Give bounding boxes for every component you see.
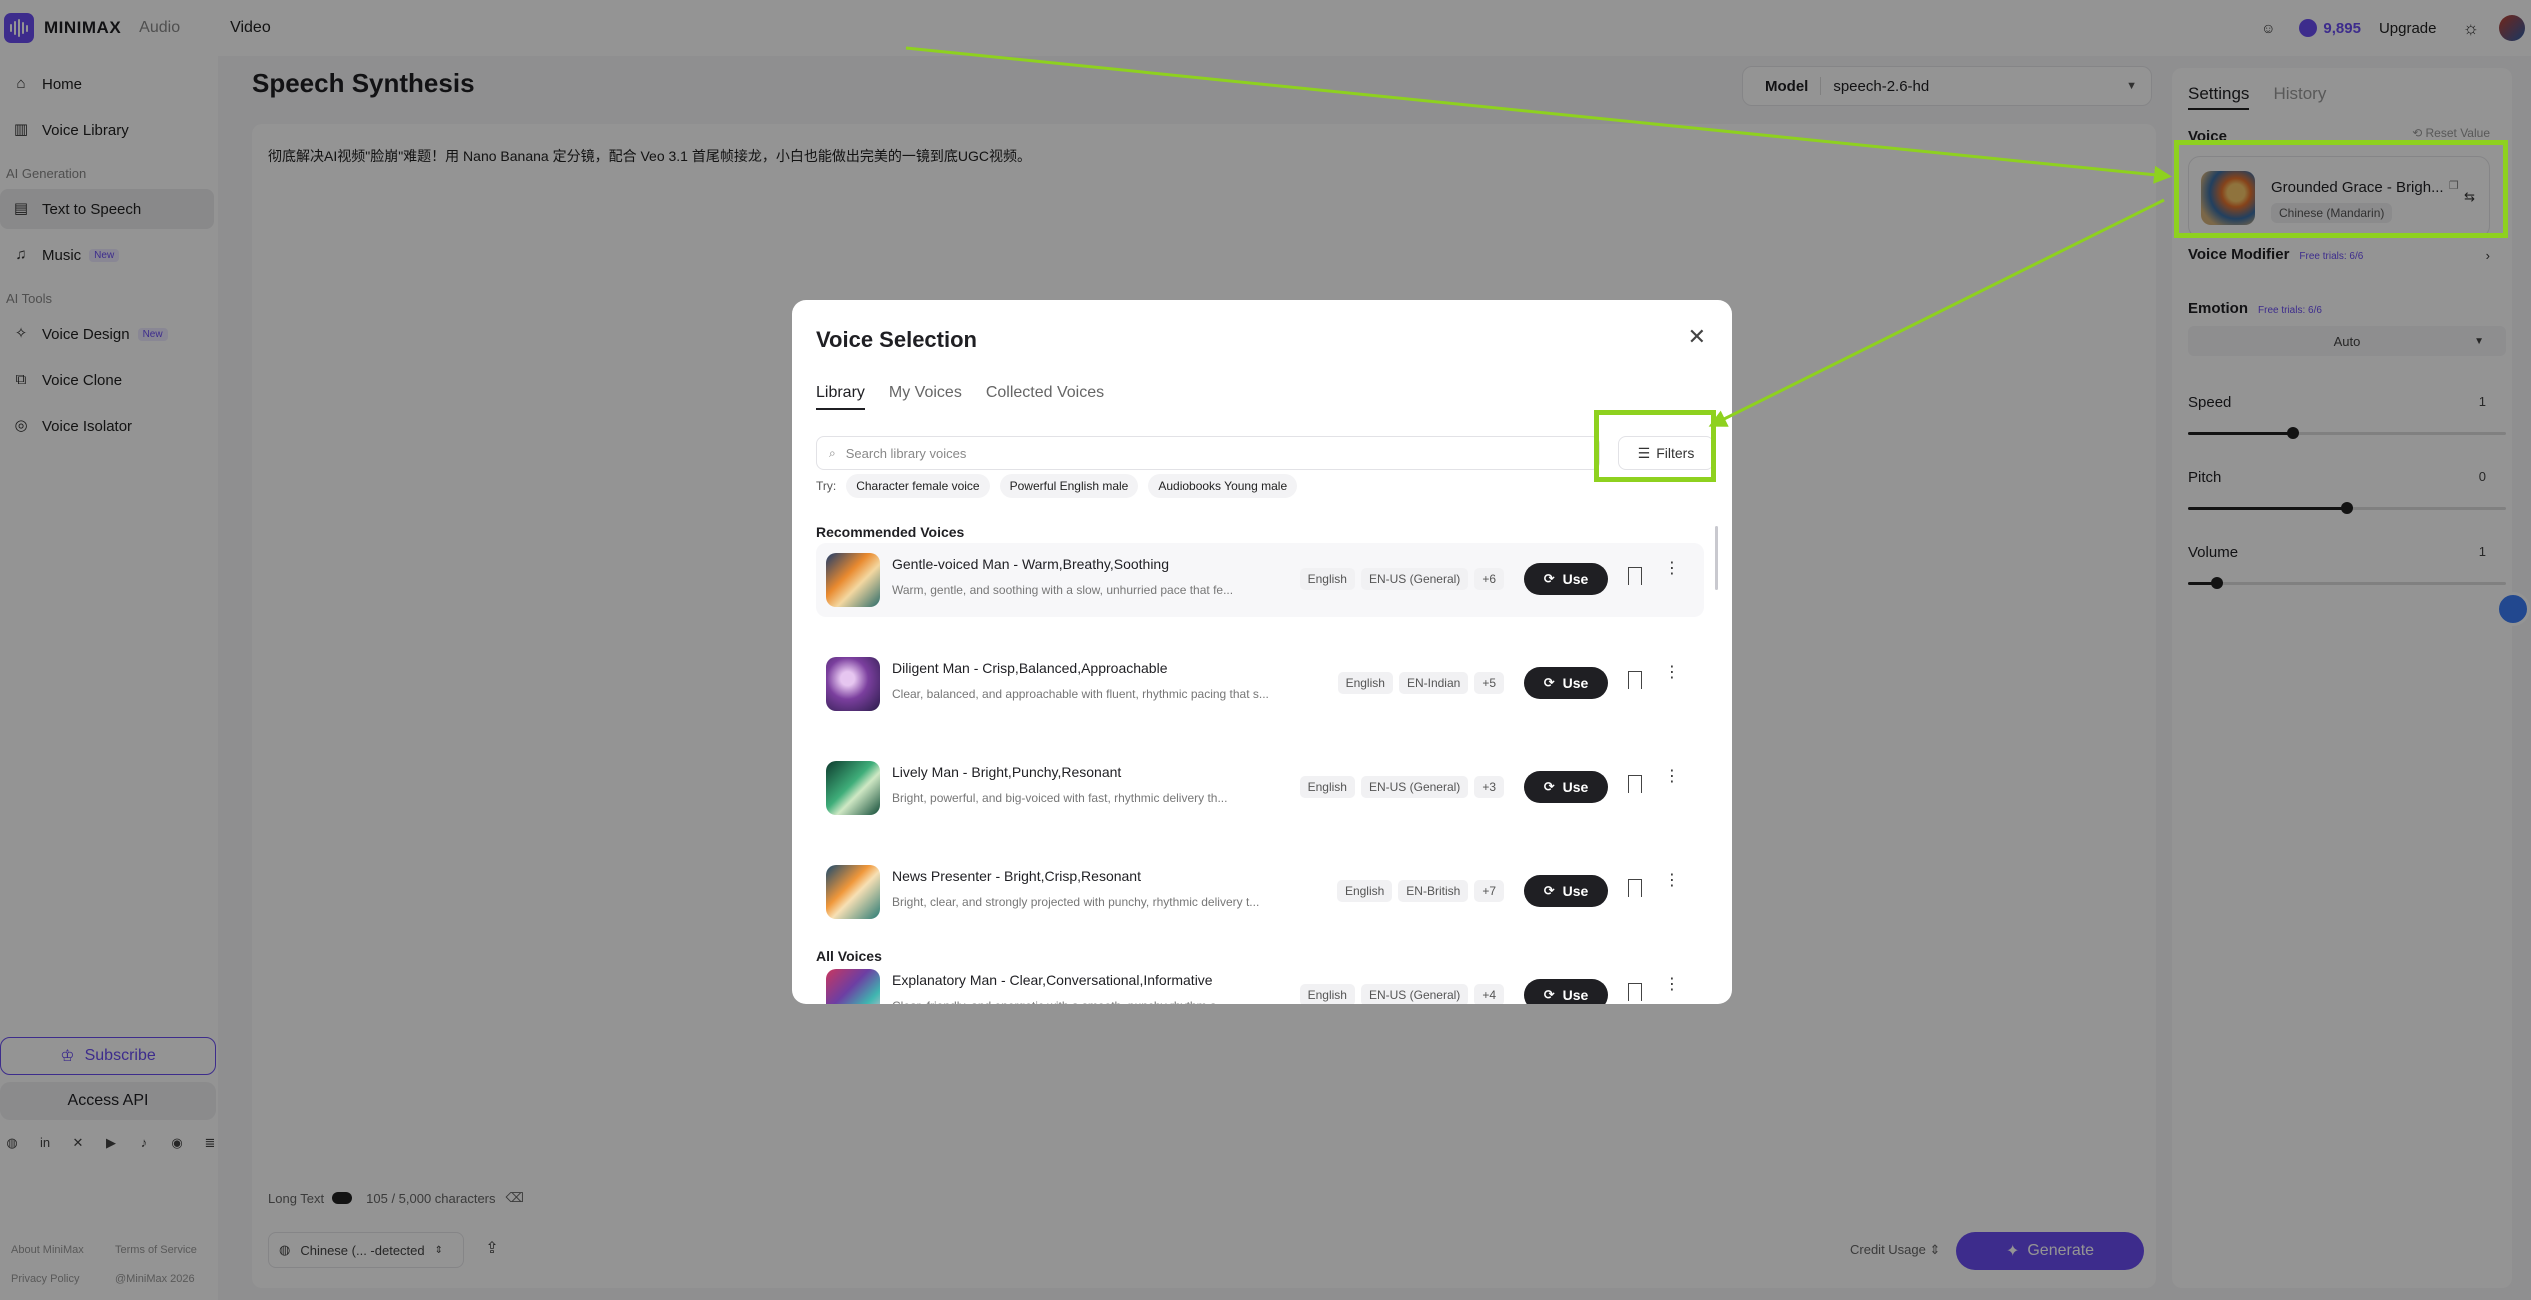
voice-tag: +3 bbox=[1474, 776, 1504, 798]
bookmark-icon[interactable] bbox=[1628, 775, 1642, 793]
bookmark-icon[interactable] bbox=[1628, 671, 1642, 689]
refresh-icon: ⟳ bbox=[1543, 987, 1555, 1002]
use-voice-button[interactable]: ⟳ Use bbox=[1524, 563, 1608, 595]
all-voices-heading: All Voices bbox=[816, 948, 882, 964]
voice-name: Diligent Man - Crisp,Balanced,Approachab… bbox=[892, 660, 1168, 676]
voice-description: Warm, gentle, and soothing with a slow, … bbox=[892, 583, 1234, 597]
tab-my-voices[interactable]: My Voices bbox=[889, 384, 962, 410]
refresh-icon: ⟳ bbox=[1543, 675, 1555, 690]
voice-tag: English bbox=[1299, 984, 1355, 1004]
voice-tag: +4 bbox=[1474, 984, 1504, 1004]
voice-tags: English EN-US (General) +6 bbox=[1299, 568, 1504, 590]
annotation-box-filters bbox=[1594, 410, 1716, 482]
voice-tag: English bbox=[1337, 672, 1393, 694]
recommended-heading: Recommended Voices bbox=[816, 524, 965, 540]
voice-tag: EN-US (General) bbox=[1360, 776, 1469, 798]
voice-name: News Presenter - Bright,Crisp,Resonant bbox=[892, 868, 1141, 884]
close-icon[interactable]: ✕ bbox=[1688, 326, 1706, 348]
try-chip[interactable]: Audiobooks Young male bbox=[1148, 474, 1298, 498]
try-chip[interactable]: Character female voice bbox=[846, 474, 990, 498]
voice-tag: +5 bbox=[1474, 672, 1504, 694]
search-placeholder: Search library voices bbox=[845, 445, 967, 461]
voice-name: Gentle-voiced Man - Warm,Breathy,Soothin… bbox=[892, 556, 1170, 572]
use-voice-button[interactable]: ⟳ Use bbox=[1524, 875, 1608, 907]
voice-tags: English EN-US (General) +4 bbox=[1299, 984, 1504, 1004]
more-options-icon[interactable]: ⋮ bbox=[1664, 665, 1680, 681]
voice-tag: English bbox=[1299, 776, 1355, 798]
voice-thumbnail bbox=[826, 969, 880, 1004]
scrollbar[interactable] bbox=[1715, 526, 1718, 590]
voice-tag: EN-Indian bbox=[1398, 672, 1469, 694]
annotation-box-voice bbox=[2174, 140, 2508, 238]
modal-title: Voice Selection bbox=[816, 327, 977, 352]
voice-tag: EN-British bbox=[1398, 880, 1469, 902]
search-input[interactable]: ⌕ Search library voices bbox=[816, 436, 1600, 470]
more-options-icon[interactable]: ⋮ bbox=[1664, 769, 1680, 785]
voice-tag: English bbox=[1336, 880, 1393, 902]
voice-tags: English EN-Indian +5 bbox=[1337, 672, 1504, 694]
try-suggestions: Try: Character female voice Powerful Eng… bbox=[816, 474, 1298, 498]
refresh-icon: ⟳ bbox=[1543, 779, 1555, 794]
voice-row[interactable]: Gentle-voiced Man - Warm,Breathy,Soothin… bbox=[816, 543, 1704, 617]
voice-tag: EN-US (General) bbox=[1360, 568, 1469, 590]
use-label: Use bbox=[1562, 779, 1589, 795]
use-voice-button[interactable]: ⟳ Use bbox=[1524, 979, 1608, 1004]
voice-tags: English EN-US (General) +3 bbox=[1299, 776, 1504, 798]
voice-description: Bright, clear, and strongly projected wi… bbox=[892, 895, 1260, 909]
bookmark-icon[interactable] bbox=[1628, 879, 1642, 897]
voice-tags: English EN-British +7 bbox=[1336, 880, 1504, 902]
tab-collected-voices[interactable]: Collected Voices bbox=[986, 384, 1104, 410]
use-voice-button[interactable]: ⟳ Use bbox=[1524, 771, 1608, 803]
refresh-icon: ⟳ bbox=[1543, 883, 1555, 898]
more-options-icon[interactable]: ⋮ bbox=[1664, 561, 1680, 577]
use-label: Use bbox=[1562, 571, 1589, 587]
bookmark-icon[interactable] bbox=[1628, 983, 1642, 1001]
use-label: Use bbox=[1562, 883, 1589, 899]
voice-thumbnail bbox=[826, 657, 880, 711]
voice-description: Clear, friendly, and energetic with a sm… bbox=[892, 999, 1312, 1004]
more-options-icon[interactable]: ⋮ bbox=[1664, 977, 1680, 993]
voice-selection-modal: Voice Selection ✕ Library My Voices Coll… bbox=[792, 300, 1732, 1004]
voice-thumbnail bbox=[826, 553, 880, 607]
voice-tag: +7 bbox=[1474, 880, 1504, 902]
bookmark-icon[interactable] bbox=[1628, 567, 1642, 585]
try-chip[interactable]: Powerful English male bbox=[999, 474, 1139, 498]
voice-name: Explanatory Man - Clear,Conversational,I… bbox=[892, 972, 1213, 988]
voice-tag: +6 bbox=[1474, 568, 1504, 590]
voice-thumbnail bbox=[826, 761, 880, 815]
voice-tag: English bbox=[1299, 568, 1355, 590]
voice-thumbnail bbox=[826, 865, 880, 919]
voice-tag: EN-US (General) bbox=[1360, 984, 1469, 1004]
search-icon: ⌕ bbox=[829, 445, 836, 460]
use-voice-button[interactable]: ⟳ Use bbox=[1524, 667, 1608, 699]
voice-name: Lively Man - Bright,Punchy,Resonant bbox=[892, 764, 1122, 780]
refresh-icon: ⟳ bbox=[1543, 571, 1555, 586]
voice-row[interactable]: Explanatory Man - Clear,Conversational,I… bbox=[816, 959, 1704, 1004]
voice-row[interactable]: Diligent Man - Crisp,Balanced,Approachab… bbox=[816, 647, 1704, 721]
use-label: Use bbox=[1562, 675, 1589, 691]
tab-library[interactable]: Library bbox=[816, 384, 865, 410]
voice-row[interactable]: News Presenter - Bright,Crisp,Resonant Br… bbox=[816, 855, 1704, 929]
use-label: Use bbox=[1562, 987, 1589, 1003]
voice-row[interactable]: Lively Man - Bright,Punchy,Resonant Brigh… bbox=[816, 751, 1704, 825]
more-options-icon[interactable]: ⋮ bbox=[1664, 873, 1680, 889]
voice-description: Clear, balanced, and approachable with f… bbox=[892, 687, 1269, 701]
voice-description: Bright, powerful, and big-voiced with fa… bbox=[892, 791, 1228, 805]
try-label: Try: bbox=[816, 479, 837, 493]
